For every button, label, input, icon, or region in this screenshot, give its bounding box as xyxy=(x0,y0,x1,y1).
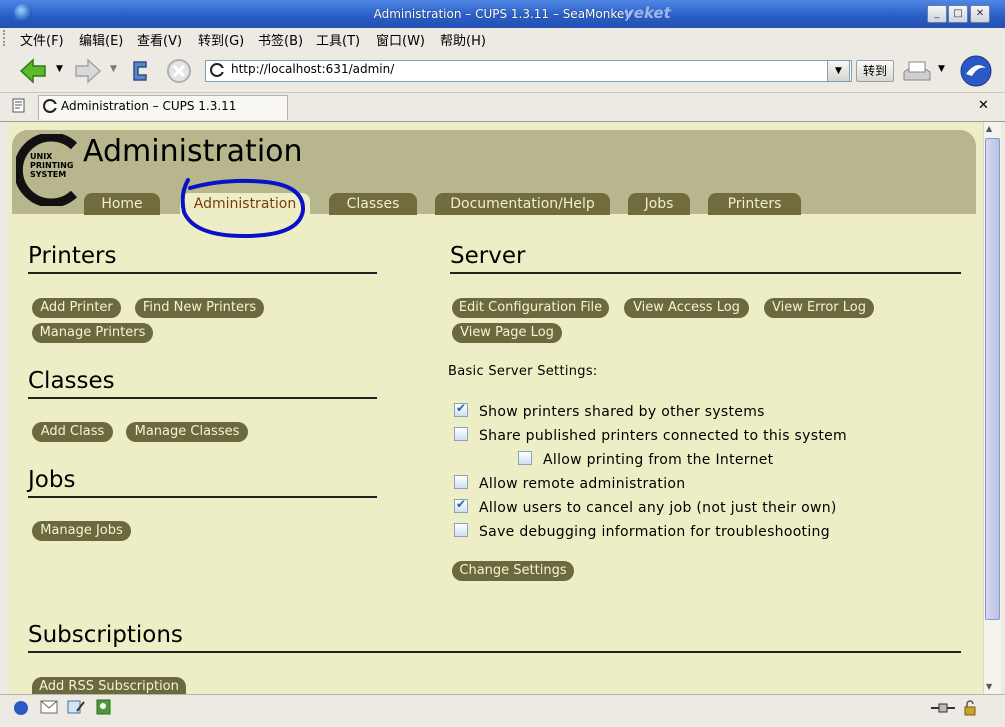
nav-tab-printers[interactable]: Printers xyxy=(708,193,801,215)
site-favicon-icon xyxy=(210,63,224,77)
classes-heading: Classes xyxy=(28,368,115,394)
checkbox-share-printers[interactable] xyxy=(454,427,468,441)
scrollbar-thumb[interactable] xyxy=(985,138,1000,620)
checkbox-allow-internet-printing[interactable] xyxy=(518,451,532,465)
add-printer-button[interactable]: Add Printer xyxy=(32,298,121,318)
classes-divider xyxy=(28,397,377,399)
menu-grip[interactable] xyxy=(3,30,11,46)
view-error-log-button[interactable]: View Error Log xyxy=(764,298,874,318)
stop-icon[interactable] xyxy=(164,56,194,86)
page-title: Administration xyxy=(83,134,303,169)
menu-tools[interactable]: 工具(T) xyxy=(316,30,360,49)
menu-window[interactable]: 窗口(W) xyxy=(376,30,425,49)
setting-label: Allow remote administration xyxy=(479,476,686,492)
printers-divider xyxy=(28,272,377,274)
back-dropdown-icon[interactable]: ▼ xyxy=(56,64,63,74)
menu-help[interactable]: 帮助(H) xyxy=(440,30,486,49)
window-title: Administration – CUPS 1.3.11 – SeaMonkey xyxy=(373,7,632,21)
forward-dropdown-icon[interactable]: ▼ xyxy=(110,64,117,74)
nav-tab-jobs[interactable]: Jobs xyxy=(628,193,690,215)
nav-tab-documentation[interactable]: Documentation/Help xyxy=(435,193,610,215)
menu-view[interactable]: 查看(V) xyxy=(137,30,182,49)
setting-label: Show printers shared by other systems xyxy=(479,404,765,420)
tab-favicon-icon xyxy=(43,99,57,113)
manage-jobs-button[interactable]: Manage Jobs xyxy=(32,521,131,541)
status-bar xyxy=(0,694,1005,727)
printers-heading: Printers xyxy=(28,243,117,269)
edit-configuration-file-button[interactable]: Edit Configuration File xyxy=(452,298,609,318)
checkbox-remote-admin[interactable] xyxy=(454,475,468,489)
desktop-brand-watermark: veket xyxy=(624,4,671,22)
checkbox-cancel-any-job[interactable] xyxy=(454,497,468,513)
scroll-down-arrow-icon[interactable]: ▼ xyxy=(986,682,992,691)
add-class-button[interactable]: Add Class xyxy=(32,422,113,442)
setting-label: Allow users to cancel any job (not just … xyxy=(479,500,837,516)
setting-label: Save debugging information for troublesh… xyxy=(479,524,830,540)
print-icon[interactable] xyxy=(900,56,934,86)
change-settings-button[interactable]: Change Settings xyxy=(452,561,574,581)
security-lock-icon xyxy=(964,700,976,716)
nav-tab-home[interactable]: Home xyxy=(84,193,160,215)
setting-label: Allow printing from the Internet xyxy=(543,452,774,468)
jobs-heading: Jobs xyxy=(28,467,76,493)
back-arrow-icon[interactable] xyxy=(18,56,48,86)
reload-icon[interactable] xyxy=(126,56,156,86)
close-tab-button[interactable]: ✕ xyxy=(978,98,989,113)
subscriptions-heading: Subscriptions xyxy=(28,622,183,648)
view-access-log-button[interactable]: View Access Log xyxy=(624,298,749,318)
new-tab-icon[interactable] xyxy=(10,96,28,114)
seamonkey-throbber-icon[interactable] xyxy=(958,54,994,88)
close-window-button[interactable]: ✕ xyxy=(970,5,990,23)
server-divider xyxy=(450,272,961,274)
url-history-dropdown[interactable]: ▼ xyxy=(827,60,850,82)
server-heading: Server xyxy=(450,243,526,269)
jobs-divider xyxy=(28,496,377,498)
minimize-button[interactable]: _ xyxy=(927,5,947,23)
print-dropdown-icon[interactable]: ▼ xyxy=(938,64,945,74)
nav-tab-classes[interactable]: Classes xyxy=(329,193,417,215)
manage-printers-button[interactable]: Manage Printers xyxy=(32,323,153,343)
add-rss-subscription-button[interactable]: Add RSS Subscription xyxy=(32,677,186,694)
checkbox-show-shared-printers[interactable] xyxy=(454,401,468,417)
menu-bookmarks[interactable]: 书签(B) xyxy=(258,30,303,49)
menu-edit[interactable]: 编辑(E) xyxy=(79,30,123,49)
annotation-circle xyxy=(180,178,306,239)
go-button[interactable]: 转到 xyxy=(856,60,894,82)
online-status-icon[interactable] xyxy=(930,702,956,714)
url-text[interactable]: http://localhost:631/admin/ xyxy=(231,62,394,76)
manage-classes-button[interactable]: Manage Classes xyxy=(126,422,248,442)
menu-go[interactable]: 转到(G) xyxy=(198,30,244,49)
menu-file[interactable]: 文件(F) xyxy=(20,30,64,49)
view-page-log-button[interactable]: View Page Log xyxy=(452,323,562,343)
forward-arrow-icon[interactable] xyxy=(73,56,103,86)
composer-icon[interactable] xyxy=(67,699,85,715)
tab-title: Administration – CUPS 1.3.11 xyxy=(61,99,237,113)
browser-status-icon[interactable] xyxy=(13,700,29,716)
address-book-icon[interactable] xyxy=(95,699,113,715)
mail-icon[interactable] xyxy=(40,700,58,714)
checkbox-debug-logging[interactable] xyxy=(454,523,468,537)
find-new-printers-button[interactable]: Find New Printers xyxy=(135,298,264,318)
scroll-up-arrow-icon[interactable]: ▲ xyxy=(986,124,992,133)
subscriptions-divider xyxy=(28,651,961,653)
setting-label: Share published printers connected to th… xyxy=(479,428,847,444)
maximize-button[interactable]: □ xyxy=(948,5,968,23)
basic-server-settings-label: Basic Server Settings: xyxy=(448,364,598,379)
cups-logo-text: UNIX PRINTING SYSTEM xyxy=(30,152,74,179)
